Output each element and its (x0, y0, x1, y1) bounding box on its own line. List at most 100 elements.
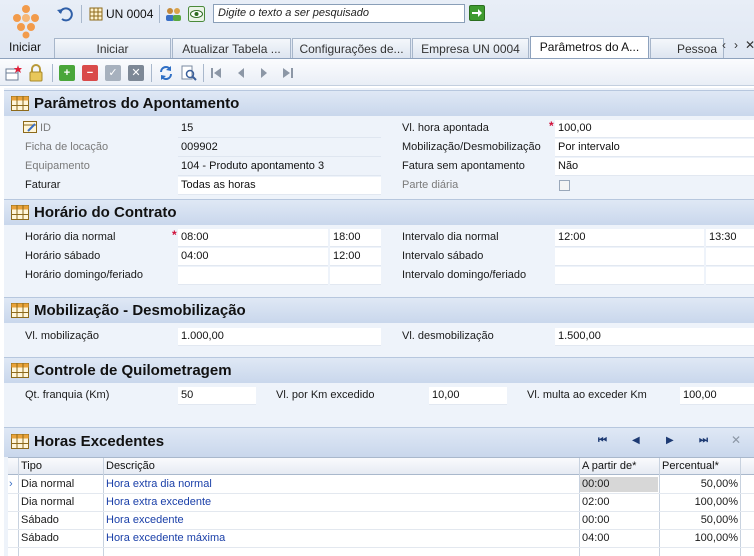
refresh-icon[interactable] (158, 65, 174, 81)
cell-a-partir[interactable]: 04:00 (582, 532, 610, 544)
app-logo-icon[interactable] (8, 3, 44, 39)
undo-button[interactable] (56, 4, 74, 24)
table-section-icon (11, 303, 29, 318)
horario-domingo-label: Horário domingo/feriado (25, 269, 144, 281)
intervalo-dia-normal-fim[interactable]: 13:30 (706, 229, 754, 247)
cell-tipo[interactable]: Sábado (21, 532, 59, 544)
section-horas-header: Horas Excedentes (4, 427, 754, 457)
confirm-button[interactable]: ✓ (105, 65, 121, 81)
cell-tipo[interactable]: Sábado (21, 514, 59, 526)
section-quilometragem-header: Controle de Quilometragem (4, 357, 754, 383)
grid-close-icon[interactable]: ✕ (731, 433, 741, 447)
horario-sabado-inicio[interactable]: 04:00 (178, 248, 328, 266)
unit-label: UN 0004 (106, 7, 154, 21)
km-excedido-label: Vl. por Km excedido (276, 389, 375, 401)
intervalo-domingo-label: Intervalo domingo/feriado (402, 269, 527, 281)
col-descricao[interactable]: Descrição (106, 460, 155, 472)
cell-a-partir[interactable]: 00:00 (582, 514, 610, 526)
table-row[interactable]: Sábado Hora excedente 00:00 50,00% (8, 512, 754, 530)
tab-parametros[interactable]: Parâmetros do A... (530, 36, 649, 58)
mobilizacao-select[interactable]: Por intervalo (555, 139, 754, 157)
unit-selector-button[interactable]: UN 0004 (89, 4, 153, 24)
multa-input[interactable]: 100,00 (680, 387, 754, 405)
franquia-input[interactable]: 50 (178, 387, 256, 405)
id-field-icon (23, 121, 37, 133)
cell-descricao[interactable]: Hora excedente (106, 514, 184, 526)
new-record-icon[interactable] (5, 64, 23, 82)
cell-percentual[interactable]: 100,00% (660, 496, 738, 508)
tab-scroll-right-icon[interactable]: › (734, 38, 738, 52)
grid-previous-icon[interactable]: ◀ (632, 435, 640, 446)
km-excedido-input[interactable]: 10,00 (429, 387, 507, 405)
lock-icon[interactable] (28, 64, 44, 82)
previous-record-icon[interactable] (235, 67, 247, 79)
section-apontamento-title: Parâmetros do Apontamento (34, 95, 240, 112)
cell-descricao[interactable]: Hora extra excedente (106, 496, 211, 508)
cell-tipo[interactable]: Dia normal (21, 496, 74, 508)
cell-descricao[interactable]: Hora extra dia normal (106, 478, 212, 490)
intervalo-domingo-inicio[interactable] (555, 267, 704, 285)
cell-percentual[interactable]: 50,00% (660, 514, 738, 526)
cell-percentual[interactable]: 50,00% (660, 478, 738, 490)
cell-percentual[interactable]: 100,00% (660, 532, 738, 544)
horario-dia-normal-inicio[interactable]: 08:00 (178, 229, 328, 247)
faturar-select[interactable]: Todas as horas (178, 177, 381, 195)
search-record-icon[interactable] (181, 65, 197, 81)
grid-last-icon[interactable]: ⏭ (699, 435, 708, 446)
section-horario-title: Horário do Contrato (34, 204, 177, 221)
col-a-partir[interactable]: A partir de* (582, 460, 636, 472)
col-tipo[interactable]: Tipo (21, 460, 42, 472)
tab-pessoa[interactable]: Pessoa (650, 38, 724, 58)
cell-a-partir[interactable]: 02:00 (582, 496, 610, 508)
section-quilometragem-title: Controle de Quilometragem (34, 362, 232, 379)
table-section-icon (11, 434, 29, 449)
cell-descricao[interactable]: Hora excedente máxima (106, 532, 225, 544)
search-go-button[interactable] (469, 5, 485, 21)
vl-desmobilizacao-input[interactable]: 1.500,00 (555, 328, 754, 346)
intervalo-sabado-inicio[interactable] (555, 248, 704, 266)
eye-icon (188, 6, 205, 22)
equipamento-label: Equipamento (25, 160, 90, 172)
cell-a-partir[interactable]: 00:00 (580, 477, 658, 492)
intervalo-sabado-fim[interactable] (706, 248, 754, 266)
view-button[interactable] (188, 4, 205, 24)
horario-sabado-fim[interactable]: 12:00 (330, 248, 381, 266)
remove-button[interactable]: − (82, 65, 98, 81)
horario-dia-normal-fim[interactable]: 18:00 (330, 229, 381, 247)
tab-scroll-left-icon[interactable]: ‹ (722, 38, 726, 52)
tab-close-icon[interactable]: ✕ (745, 38, 754, 52)
intervalo-domingo-fim[interactable] (706, 267, 754, 285)
tab-empresa[interactable]: Empresa UN 0004 (412, 38, 529, 58)
users-icon (166, 8, 181, 21)
table-row[interactable]: › Dia normal Hora extra dia normal 00:00… (8, 476, 754, 494)
undo-icon (57, 7, 73, 22)
last-record-icon[interactable] (282, 67, 294, 79)
section-mobilizacao-header: Mobilização - Desmobilização (4, 297, 754, 323)
table-row[interactable]: Dia normal Hora extra excedente 02:00 10… (8, 494, 754, 512)
vl-mobilizacao-input[interactable]: 1.000,00 (178, 328, 381, 346)
grid-next-icon[interactable]: ▶ (666, 435, 674, 446)
search-input[interactable]: Digite o texto a ser pesquisado (213, 4, 465, 23)
cancel-button[interactable]: ✕ (128, 65, 144, 81)
iniciar-label[interactable]: Iniciar (9, 40, 41, 54)
users-button[interactable] (165, 4, 182, 24)
horario-domingo-fim[interactable] (330, 267, 381, 285)
add-button[interactable]: + (59, 65, 75, 81)
table-row[interactable]: Sábado Hora excedente máxima 04:00 100,0… (8, 530, 754, 548)
next-record-icon[interactable] (258, 67, 270, 79)
tab-iniciar[interactable]: Iniciar (54, 38, 171, 58)
vl-mobilizacao-label: Vl. mobilização (25, 330, 99, 342)
parte-diaria-checkbox[interactable] (559, 180, 570, 191)
tab-configuracoes[interactable]: Configurações de... (292, 38, 411, 58)
tab-atualizar-tabela[interactable]: Atualizar Tabela ... (172, 38, 291, 58)
col-percentual[interactable]: Percentual* (662, 460, 719, 472)
horario-domingo-inicio[interactable] (178, 267, 328, 285)
first-record-icon[interactable] (210, 67, 222, 79)
ficha-label: Ficha de locação (25, 141, 109, 153)
vl-hora-input[interactable]: 100,00 (555, 120, 754, 138)
grid-first-icon[interactable]: ⏮ (598, 435, 607, 446)
fatura-sem-select[interactable]: Não (555, 158, 754, 176)
intervalo-dia-normal-inicio[interactable]: 12:00 (555, 229, 704, 247)
cell-tipo[interactable]: Dia normal (21, 478, 74, 490)
table-icon (89, 7, 103, 21)
